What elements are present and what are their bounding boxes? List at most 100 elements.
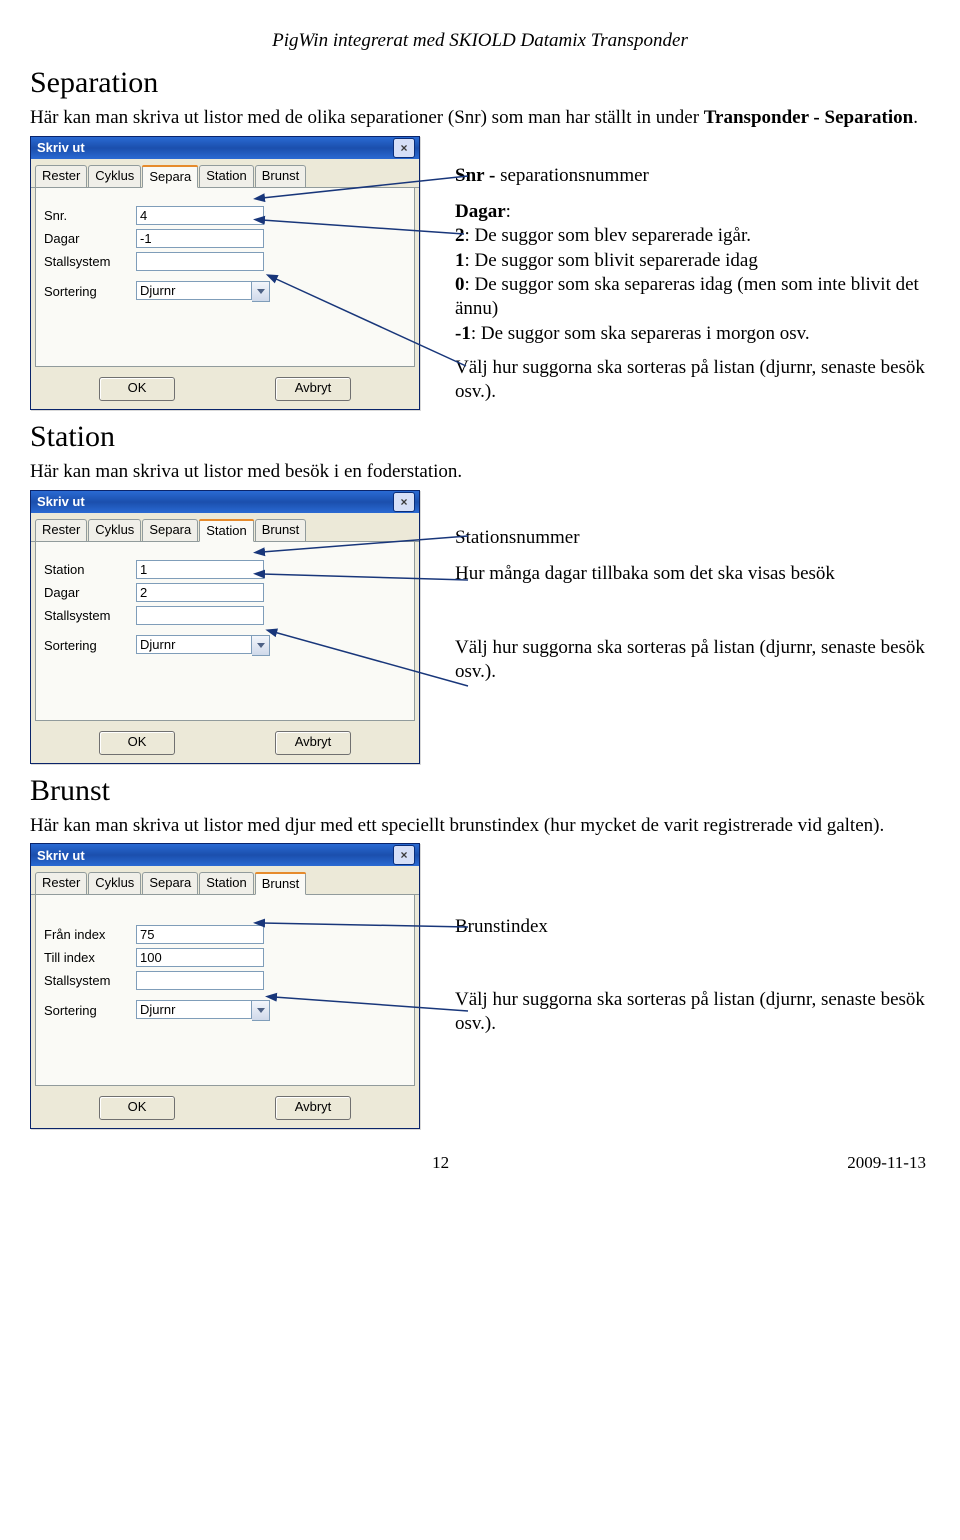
ok-button[interactable]: OK — [99, 731, 175, 755]
window-titlebar: Skriv ut × — [31, 844, 419, 866]
cancel-button[interactable]: Avbryt — [275, 1096, 351, 1120]
input-stallsystem[interactable] — [136, 971, 264, 990]
label-station: Station — [44, 562, 136, 577]
page-number: 12 — [432, 1153, 449, 1173]
label-dagar: Dagar — [44, 585, 136, 600]
tab-rester[interactable]: Rester — [35, 872, 87, 894]
input-dagar[interactable]: -1 — [136, 229, 264, 248]
select-sortering[interactable]: Djurnr — [136, 1000, 270, 1021]
separation-intro: Här kan man skriva ut listor med de olik… — [30, 106, 930, 130]
dagar-2-b: 2 — [455, 225, 465, 246]
cancel-button[interactable]: Avbryt — [275, 731, 351, 755]
close-icon[interactable]: × — [393, 492, 415, 512]
label-till-index: Till index — [44, 950, 136, 965]
anno-sort-brunst: Välj hur suggorna ska sorteras på listan… — [455, 988, 930, 1037]
label-sortering: Sortering — [44, 284, 136, 299]
tab-cyklus[interactable]: Cyklus — [88, 165, 141, 187]
select-sortering[interactable]: Djurnr — [136, 281, 270, 302]
label-snr: Snr. — [44, 208, 136, 223]
window-title: Skriv ut — [35, 848, 85, 863]
input-fran-index[interactable]: 75 — [136, 925, 264, 944]
dagar-2-t: : De suggor som blev separerade igår. — [465, 225, 752, 246]
select-sortering-value: Djurnr — [136, 635, 252, 654]
label-dagar: Dagar — [44, 231, 136, 246]
separation-intro-bold: Transponder - Separation — [704, 107, 913, 128]
tab-station[interactable]: Station — [199, 872, 253, 894]
anno-brunstindex: Brunstindex — [455, 915, 930, 939]
dialog-skriv-ut-brunst: Skriv ut × Rester Cyklus Separa Station … — [30, 843, 420, 1129]
dagar-m-b: -1 — [455, 323, 471, 344]
label-stallsystem: Stallsystem — [44, 608, 136, 623]
select-sortering-value: Djurnr — [136, 1000, 252, 1019]
select-sortering[interactable]: Djurnr — [136, 635, 270, 656]
section-title-separation: Separation — [30, 66, 930, 100]
page-header-italic: PigWin integrerat med SKIOLD Datamix Tra… — [30, 30, 930, 52]
separation-intro-period: . — [913, 107, 918, 128]
cancel-button[interactable]: Avbryt — [275, 377, 351, 401]
dagar-1-t: : De suggor som blivit separerade idag — [465, 250, 758, 271]
chevron-down-icon[interactable] — [252, 281, 270, 302]
anno-snr-bold: Snr - — [455, 165, 495, 186]
anno-dagar-0: 0: De suggor som ska separeras idag (men… — [455, 273, 930, 322]
close-icon[interactable]: × — [393, 845, 415, 865]
station-intro: Här kan man skriva ut listor med besök i… — [30, 460, 930, 484]
tab-brunst[interactable]: Brunst — [255, 165, 307, 187]
anno-snr: Snr - separationsnummer — [455, 164, 930, 188]
tab-station[interactable]: Station — [199, 165, 253, 187]
close-icon[interactable]: × — [393, 138, 415, 158]
window-title: Skriv ut — [35, 494, 85, 509]
dagar-0-b: 0 — [455, 274, 465, 295]
tabbar: Rester Cyklus Separa Station Brunst — [31, 513, 419, 542]
anno-dagar-m1: -1: De suggor som ska separeras i morgon… — [455, 322, 930, 346]
tab-cyklus[interactable]: Cyklus — [88, 519, 141, 541]
window-title: Skriv ut — [35, 140, 85, 155]
chevron-down-icon[interactable] — [252, 635, 270, 656]
tabbar: Rester Cyklus Separa Station Brunst — [31, 159, 419, 188]
tab-separa[interactable]: Separa — [142, 872, 198, 894]
input-dagar[interactable]: 2 — [136, 583, 264, 602]
anno-stationsnummer: Stationsnummer — [455, 526, 930, 550]
dialog-skriv-ut-station: Skriv ut × Rester Cyklus Separa Station … — [30, 490, 420, 764]
dialog-skriv-ut-separa: Skriv ut × Rester Cyklus Separa Station … — [30, 136, 420, 410]
label-fran-index: Från index — [44, 927, 136, 942]
anno-dagar-b: Dagar — [455, 201, 506, 222]
section-title-station: Station — [30, 420, 930, 454]
anno-dagar-1: 1: De suggor som blivit separerade idag — [455, 249, 930, 273]
anno-dagar-2: 2: De suggor som blev separerade igår. — [455, 224, 930, 248]
tab-cyklus[interactable]: Cyklus — [88, 872, 141, 894]
anno-dagar-tillbaka: Hur många dagar tillbaka som det ska vis… — [455, 562, 930, 586]
tab-rester[interactable]: Rester — [35, 519, 87, 541]
ok-button[interactable]: OK — [99, 1096, 175, 1120]
tab-rester[interactable]: Rester — [35, 165, 87, 187]
separation-intro-plain: Här kan man skriva ut listor med de olik… — [30, 107, 704, 128]
label-stallsystem: Stallsystem — [44, 254, 136, 269]
input-snr[interactable]: 4 — [136, 206, 264, 225]
tab-brunst[interactable]: Brunst — [255, 519, 307, 541]
chevron-down-icon[interactable] — [252, 1000, 270, 1021]
anno-dagar-colon: : — [506, 201, 511, 222]
tab-separa[interactable]: Separa — [142, 165, 198, 188]
dagar-1-b: 1 — [455, 250, 465, 271]
input-stallsystem[interactable] — [136, 252, 264, 271]
ok-button[interactable]: OK — [99, 377, 175, 401]
input-till-index[interactable]: 100 — [136, 948, 264, 967]
label-sortering: Sortering — [44, 1003, 136, 1018]
dagar-0-t: : De suggor som ska separeras idag (men … — [455, 274, 919, 319]
input-station[interactable]: 1 — [136, 560, 264, 579]
anno-snr-desc: separationsnummer — [500, 165, 649, 186]
window-titlebar: Skriv ut × — [31, 137, 419, 159]
tabbar: Rester Cyklus Separa Station Brunst — [31, 866, 419, 895]
anno-dagar-head: Dagar: — [455, 200, 930, 224]
select-sortering-value: Djurnr — [136, 281, 252, 300]
section-title-brunst: Brunst — [30, 774, 930, 808]
label-stallsystem: Stallsystem — [44, 973, 136, 988]
page-date: 2009-11-13 — [847, 1153, 926, 1173]
tab-separa[interactable]: Separa — [142, 519, 198, 541]
anno-sort-station: Välj hur suggorna ska sorteras på listan… — [455, 636, 930, 685]
tab-station[interactable]: Station — [199, 519, 253, 542]
tab-brunst[interactable]: Brunst — [255, 872, 307, 895]
input-stallsystem[interactable] — [136, 606, 264, 625]
dagar-m-t: : De suggor som ska separeras i morgon o… — [471, 323, 810, 344]
anno-sort-sep: Välj hur suggorna ska sorteras på listan… — [455, 356, 930, 405]
window-titlebar: Skriv ut × — [31, 491, 419, 513]
